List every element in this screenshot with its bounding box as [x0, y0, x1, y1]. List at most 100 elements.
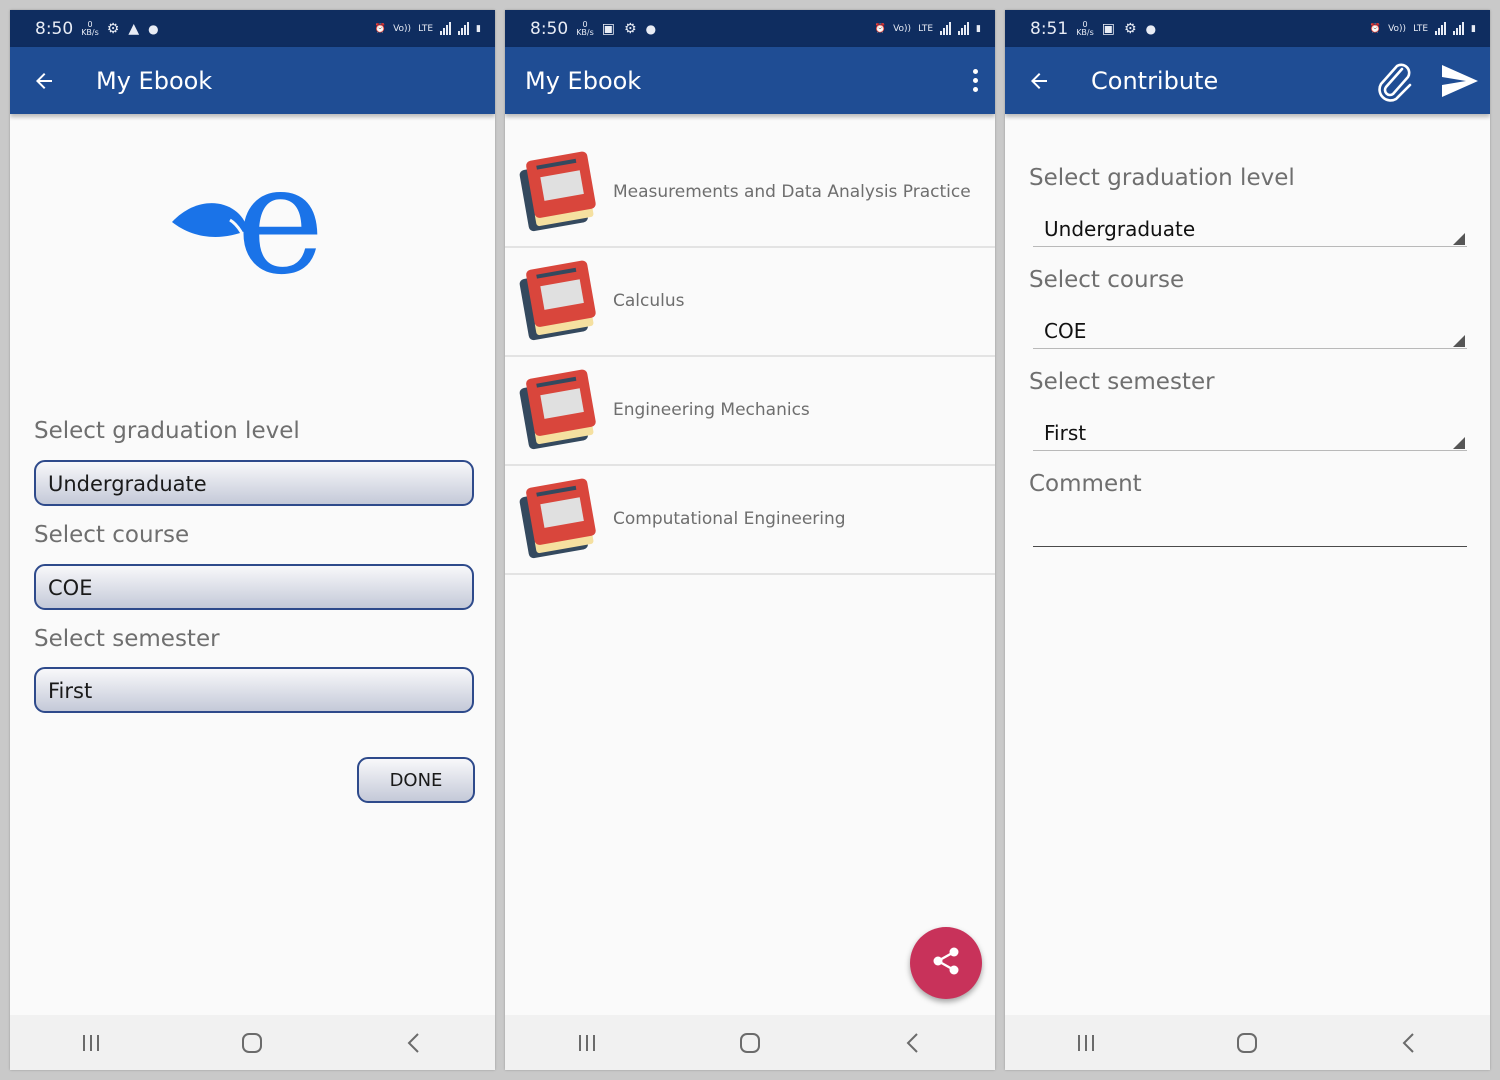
home-icon[interactable] [730, 1023, 770, 1063]
status-time: 8:51 [1030, 18, 1069, 39]
gear-icon: ⚙ [1124, 20, 1137, 37]
network-speed: 0 KB/s [81, 19, 99, 37]
semester-value: First [1044, 421, 1087, 445]
dropdown-caret-icon [1453, 335, 1465, 347]
gear-icon: ⚙ [106, 20, 120, 37]
dropdown-underline [1033, 246, 1467, 247]
screen-ebook-list: 8:50 0 KB/s ▣ ⚙ ● ⏰ Vo)) LTE ▮ My Ebook M… [505, 10, 995, 1070]
book-icon [517, 257, 603, 343]
graduation-level-label: Select graduation level [34, 418, 300, 444]
course-label: Select course [34, 522, 190, 548]
semester-label: Select semester [34, 626, 220, 652]
semester-label: Select semester [1029, 369, 1215, 395]
page-title: My Ebook [525, 66, 642, 95]
status-bar: 8:50 0 KB/s ▣ ⚙ ● ⏰ Vo)) LTE ▮ [505, 10, 995, 47]
notification-dot-icon: ● [148, 21, 159, 36]
signal-icon [1435, 22, 1447, 35]
alarm-icon: ⏰ [374, 23, 387, 34]
volte-label: Vo)) [1388, 23, 1407, 34]
book-icon [517, 366, 603, 452]
system-nav-bar [505, 1015, 995, 1070]
status-bar: 8:50 0 KB/s ⚙ ▲ ● ⏰ Vo)) LTE ▮ [10, 10, 495, 47]
alarm-icon: ⏰ [1369, 23, 1382, 34]
nav-back-icon[interactable] [893, 1023, 933, 1063]
signal-icon [440, 22, 452, 35]
nav-back-icon[interactable] [1389, 1023, 1429, 1063]
book-title: Engineering Mechanics [613, 400, 810, 420]
signal-icon [1453, 22, 1465, 35]
volte-label: Vo)) [393, 23, 412, 34]
status-right-icons: ⏰ Vo)) LTE ▮ [1370, 22, 1476, 35]
network-speed: 0 KB/s [1076, 19, 1094, 37]
book-icon [517, 475, 603, 561]
signal-icon [458, 22, 470, 35]
volte-label: Vo)) [893, 23, 912, 34]
alarm-icon: ⏰ [874, 23, 887, 34]
status-time: 8:50 [530, 18, 569, 39]
graduation-level-select[interactable]: Undergraduate [34, 460, 474, 506]
network-speed: 0 KB/s [576, 19, 594, 37]
signal-icon [958, 22, 970, 35]
app-logo: e [170, 146, 345, 330]
graduation-level-label: Select graduation level [1029, 165, 1295, 191]
status-bar: 8:51 0 KB/s ▣ ⚙ ● ⏰ Vo)) LTE ▮ [1005, 10, 1490, 47]
recents-icon[interactable] [71, 1023, 111, 1063]
comment-field[interactable] [1033, 510, 1467, 547]
semester-select[interactable]: First [34, 667, 474, 713]
comment-label: Comment [1029, 471, 1142, 497]
share-button[interactable] [910, 927, 982, 999]
arrow-left-icon[interactable] [1025, 67, 1053, 95]
share-icon [930, 945, 962, 981]
book-icon [517, 148, 603, 234]
status-right-icons: ⏰ Vo)) LTE ▮ [875, 22, 981, 35]
recents-icon[interactable] [567, 1023, 607, 1063]
system-nav-bar [10, 1015, 495, 1070]
battery-icon: ▮ [476, 23, 481, 34]
done-button[interactable]: DONE [357, 757, 475, 803]
app-bar: Contribute [1005, 47, 1490, 114]
notification-dot-icon: ● [1145, 21, 1157, 36]
more-vert-icon[interactable] [973, 69, 979, 92]
screen-course-selection: 8:50 0 KB/s ⚙ ▲ ● ⏰ Vo)) LTE ▮ My Ebook e… [10, 10, 495, 1070]
home-icon[interactable] [232, 1023, 272, 1063]
page-title: Contribute [1091, 66, 1219, 95]
graduation-level-value: Undergraduate [1044, 217, 1196, 241]
lte-label: LTE [418, 23, 434, 34]
notification-dot-icon: ● [645, 21, 657, 36]
lte-label: LTE [1413, 23, 1429, 34]
nav-back-icon[interactable] [394, 1023, 434, 1063]
page-title: My Ebook [96, 66, 213, 95]
course-label: Select course [1029, 267, 1185, 293]
warning-icon: ▲ [128, 20, 140, 37]
list-item[interactable]: Engineering Mechanics [505, 356, 995, 466]
dropdown-underline [1033, 348, 1467, 349]
app-bar: My Ebook [505, 47, 995, 114]
status-time: 8:50 [35, 18, 74, 39]
logo-letter: e [236, 134, 325, 308]
book-title: Computational Engineering [613, 509, 846, 529]
course-select[interactable]: COE [34, 564, 474, 610]
send-icon[interactable] [1440, 63, 1480, 99]
arrow-left-icon[interactable] [30, 67, 58, 95]
screen-contribute: 8:51 0 KB/s ▣ ⚙ ● ⏰ Vo)) LTE ▮ Contribute… [1005, 10, 1490, 1070]
status-right-icons: ⏰ Vo)) LTE ▮ [375, 22, 481, 35]
book-title: Calculus [613, 291, 685, 311]
home-icon[interactable] [1227, 1023, 1267, 1063]
dropdown-caret-icon [1453, 437, 1465, 449]
app-bar: My Ebook [10, 47, 495, 114]
list-item[interactable]: Calculus [505, 247, 995, 357]
paperclip-icon[interactable] [1372, 59, 1416, 103]
signal-icon [940, 22, 952, 35]
lte-label: LTE [918, 23, 934, 34]
list-item[interactable]: Computational Engineering [505, 465, 995, 575]
recents-icon[interactable] [1066, 1023, 1106, 1063]
dropdown-caret-icon [1453, 233, 1465, 245]
dropdown-underline [1033, 450, 1467, 451]
image-icon: ▣ [601, 20, 616, 37]
gear-icon: ⚙ [624, 20, 637, 37]
list-item[interactable]: Measurements and Data Analysis Practice [505, 138, 995, 248]
battery-icon: ▮ [976, 23, 981, 34]
battery-icon: ▮ [1471, 23, 1476, 34]
image-icon: ▣ [1101, 20, 1116, 37]
book-title: Measurements and Data Analysis Practice [613, 182, 971, 202]
